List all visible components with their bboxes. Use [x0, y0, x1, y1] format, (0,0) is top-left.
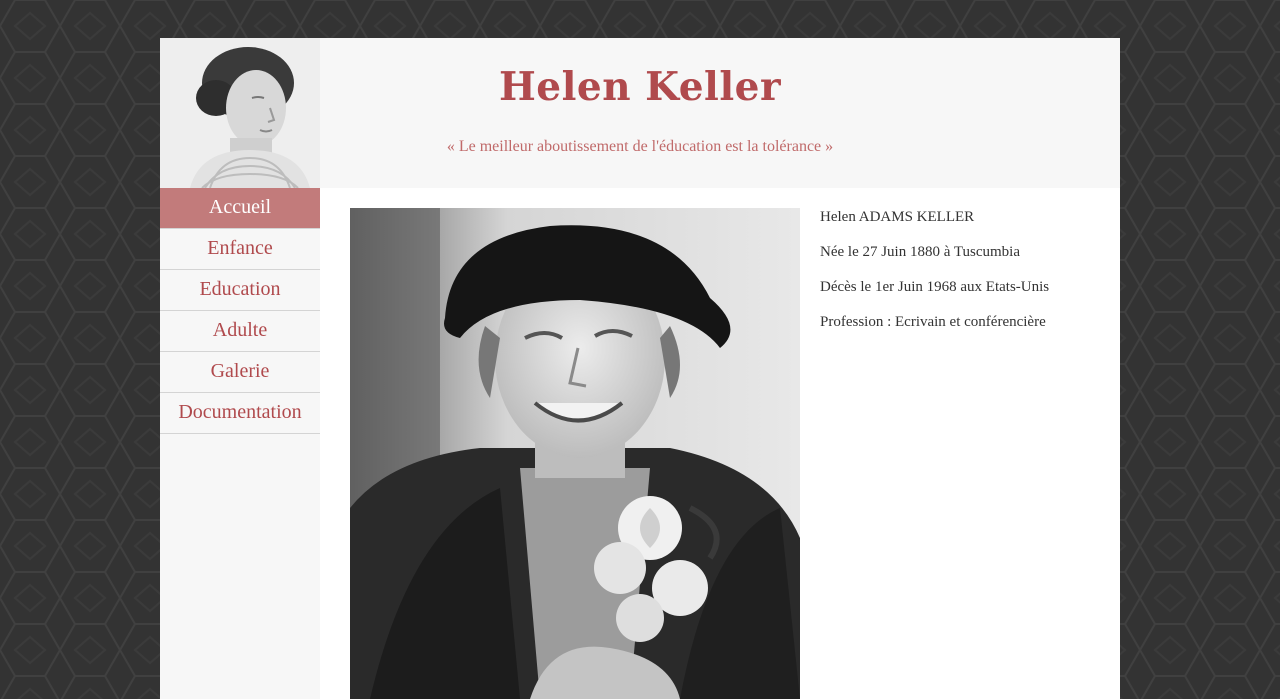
- sidebar: Accueil Enfance Education Adulte Galerie…: [160, 188, 320, 699]
- page-container: Helen Keller « Le meilleur aboutissement…: [160, 38, 1120, 699]
- info-name: Helen ADAMS KELLER: [820, 209, 975, 225]
- info-birth: Née le 27 Juin 1880 à Tuscumbia: [820, 244, 1020, 260]
- nav-item-education[interactable]: Education: [160, 270, 320, 311]
- biography-info: Helen ADAMS KELLER Née le 27 Juin 1880 à…: [820, 208, 1110, 348]
- nav-item-adulte[interactable]: Adulte: [160, 311, 320, 352]
- site-header: Helen Keller « Le meilleur aboutissement…: [320, 38, 1120, 188]
- info-profession: Profession : Ecrivain et conférencière: [820, 314, 1046, 330]
- nav-item-enfance[interactable]: Enfance: [160, 229, 320, 270]
- info-death: Décès le 1er Juin 1968 aux Etats-Unis: [820, 279, 1050, 295]
- nav-item-accueil[interactable]: Accueil: [160, 188, 320, 229]
- nav-item-galerie[interactable]: Galerie: [160, 352, 320, 393]
- header-portrait-image: [160, 38, 320, 188]
- main-nav: Accueil Enfance Education Adulte Galerie…: [160, 188, 320, 434]
- header-quote: « Le meilleur aboutissement de l'éducati…: [446, 138, 834, 155]
- main-portrait-image: [350, 208, 800, 699]
- nav-item-documentation[interactable]: Documentation: [160, 393, 320, 434]
- site-title: Helen Keller: [498, 64, 782, 110]
